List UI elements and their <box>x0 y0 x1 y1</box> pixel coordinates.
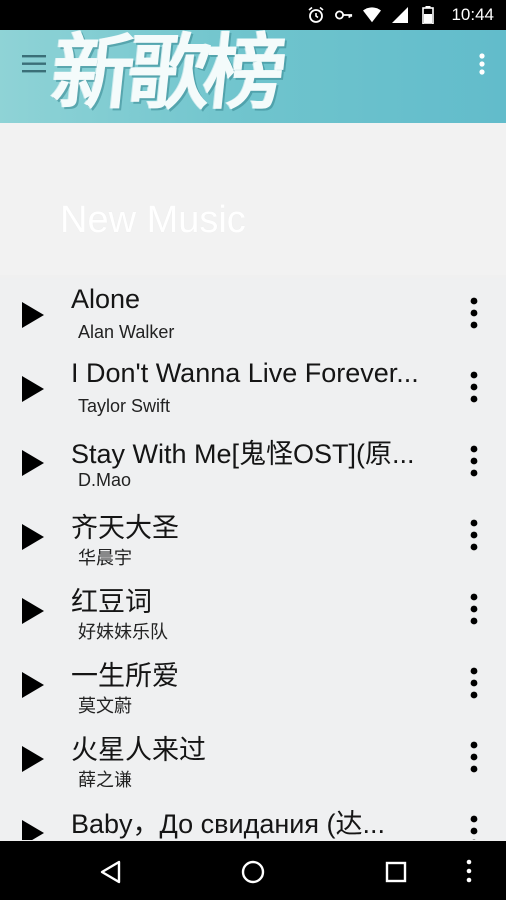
song-artist: 好妹妹乐队 <box>78 622 168 642</box>
song-artist: 华晨宇 <box>78 548 132 568</box>
song-row[interactable]: 火星人来过 薛之谦 <box>0 722 506 796</box>
banner-title: 新歌榜 <box>47 30 286 121</box>
song-more-icon[interactable] <box>462 814 486 840</box>
more-vert-icon[interactable] <box>472 52 492 78</box>
song-title: Alone <box>71 284 141 314</box>
song-title: 齐天大圣 <box>71 513 179 543</box>
play-icon[interactable] <box>20 670 46 700</box>
key-icon <box>335 6 353 24</box>
play-icon[interactable] <box>20 374 46 404</box>
song-title: 火星人来过 <box>71 735 206 765</box>
play-icon[interactable] <box>20 596 46 626</box>
wifi-icon <box>363 6 382 24</box>
recents-icon[interactable] <box>379 855 413 889</box>
song-artist: 薛之谦 <box>78 770 132 790</box>
navigation-bar <box>0 841 506 900</box>
song-row[interactable]: 一生所爱 莫文蔚 <box>0 648 506 722</box>
song-title: Stay With Me[鬼怪OST](原... <box>71 439 415 469</box>
page-title: New Music <box>60 199 246 241</box>
song-title: 一生所爱 <box>71 661 179 691</box>
home-icon[interactable] <box>236 855 270 889</box>
song-artist: D.Mao <box>78 470 132 490</box>
play-icon[interactable] <box>20 744 46 774</box>
status-bar: 10:44 <box>0 0 506 30</box>
song-row[interactable]: 齐天大圣 华晨宇 <box>0 500 506 574</box>
song-more-icon[interactable] <box>462 444 486 480</box>
nav-more-icon[interactable] <box>456 855 490 889</box>
song-list[interactable]: Alone Alan Walker I Don't Wanna Live For… <box>0 278 506 840</box>
hamburger-menu-icon[interactable] <box>20 52 48 76</box>
song-more-icon[interactable] <box>462 740 486 776</box>
song-row[interactable]: Alone Alan Walker <box>0 278 506 352</box>
song-row[interactable]: 红豆词 好妹妹乐队 <box>0 574 506 648</box>
play-icon[interactable] <box>20 300 46 330</box>
song-artist: 莫文蔚 <box>78 696 132 716</box>
song-title: I Don't Wanna Live Forever... <box>71 358 419 388</box>
signal-icon <box>391 6 409 24</box>
back-icon[interactable] <box>94 855 128 889</box>
song-artist: Alan Walker <box>78 322 175 342</box>
song-title: Baby，До свидания (达... <box>71 809 385 839</box>
hero-section: New Music <box>0 123 506 275</box>
song-row[interactable]: Baby，До свидания (达... <box>0 796 506 840</box>
song-title: 红豆词 <box>71 587 152 617</box>
song-more-icon[interactable] <box>462 296 486 332</box>
song-more-icon[interactable] <box>462 666 486 702</box>
battery-icon <box>419 6 437 24</box>
status-time: 10:44 <box>451 5 494 24</box>
song-row[interactable]: Stay With Me[鬼怪OST](原... D.Mao <box>0 426 506 500</box>
header-banner: 新歌榜 <box>0 30 506 123</box>
play-icon[interactable] <box>20 448 46 478</box>
song-more-icon[interactable] <box>462 592 486 628</box>
alarm-icon <box>307 6 325 24</box>
song-more-icon[interactable] <box>462 518 486 554</box>
play-icon[interactable] <box>20 818 46 840</box>
song-artist: Taylor Swift <box>78 396 171 416</box>
play-icon[interactable] <box>20 522 46 552</box>
song-row[interactable]: I Don't Wanna Live Forever... Taylor Swi… <box>0 352 506 426</box>
song-more-icon[interactable] <box>462 370 486 406</box>
